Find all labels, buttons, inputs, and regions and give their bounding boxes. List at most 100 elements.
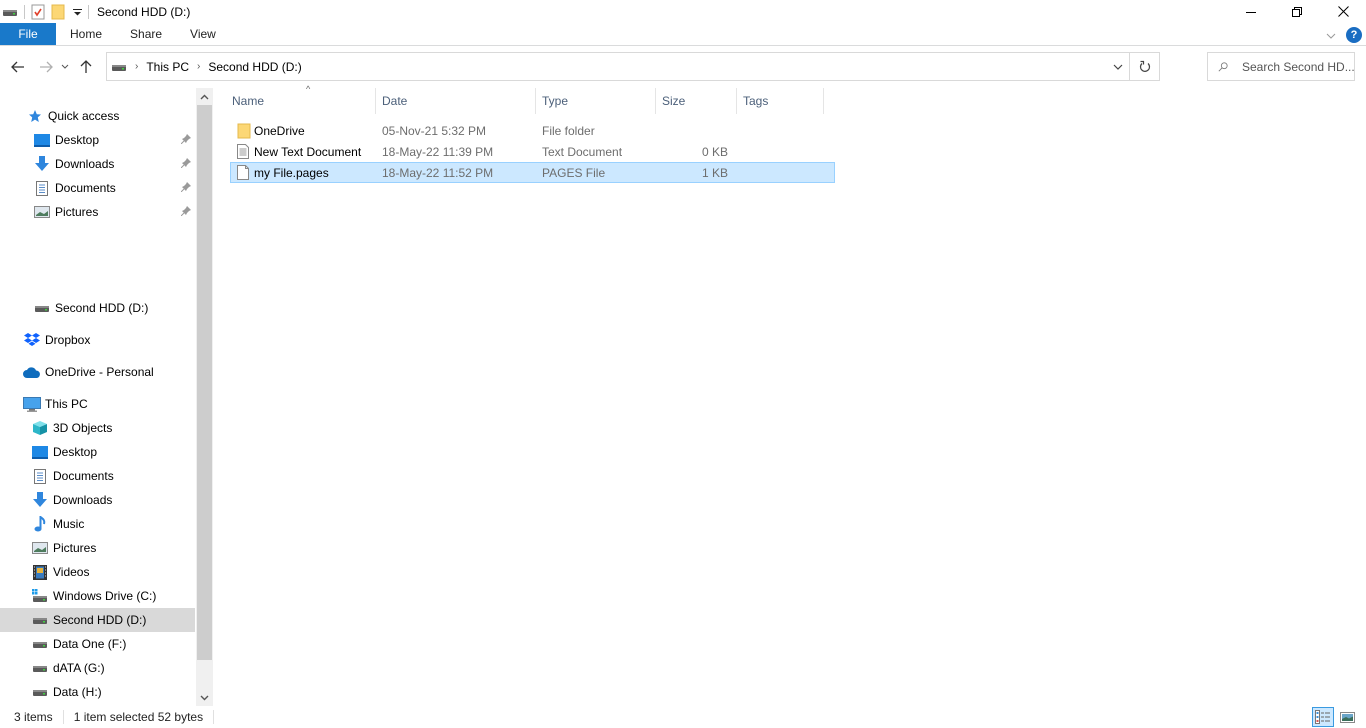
column-header-label: Tags <box>743 94 769 108</box>
sidebar-item-music[interactable]: Music <box>0 512 195 536</box>
file-type: Text Document <box>542 144 623 159</box>
breadcrumb-second-hdd[interactable]: Second HDD (D:) <box>208 60 301 74</box>
sidebar-item-data-g[interactable]: dATA (G:) <box>0 656 195 680</box>
windows-drive-icon <box>31 588 49 604</box>
restore-button[interactable] <box>1274 0 1320 23</box>
tab-home[interactable]: Home <box>56 23 116 45</box>
sidebar-item-label: Downloads <box>53 493 113 507</box>
close-button[interactable] <box>1320 0 1366 23</box>
selection-info: 1 item selected 52 bytes <box>73 710 204 724</box>
file-type: PAGES File <box>542 165 606 180</box>
sidebar-item-second-hdd-quick[interactable]: Second HDD (D:) <box>0 296 195 320</box>
scroll-down-button[interactable] <box>196 689 213 706</box>
dropbox-icon <box>23 332 41 348</box>
column-header-tags[interactable]: Tags <box>737 88 824 114</box>
back-button[interactable] <box>6 55 30 79</box>
details-view-icon <box>1315 710 1330 724</box>
sidebar-item-downloads[interactable]: Downloads <box>0 488 195 512</box>
file-row-my-file-pages[interactable]: my File.pages 18-May-22 11:52 PM PAGES F… <box>230 162 835 183</box>
sidebar-item-documents[interactable]: Documents <box>0 464 195 488</box>
sidebar-item-data-one[interactable]: Data One (F:) <box>0 632 195 656</box>
new-folder-icon[interactable] <box>51 2 65 22</box>
minimize-button[interactable] <box>1228 0 1274 23</box>
sidebar-item-pictures[interactable]: Pictures <box>0 536 195 560</box>
sidebar-item-quick-desktop[interactable]: Desktop <box>0 128 195 152</box>
properties-icon[interactable] <box>31 2 45 22</box>
sidebar-item-desktop[interactable]: Desktop <box>0 440 195 464</box>
pin-icon[interactable] <box>180 133 191 147</box>
up-button[interactable] <box>74 55 98 79</box>
pin-icon[interactable] <box>180 157 191 171</box>
column-header-name[interactable]: Name ^ <box>226 84 376 114</box>
sidebar-item-label: Desktop <box>53 445 98 459</box>
sidebar-item-quick-downloads[interactable]: Downloads <box>0 152 195 176</box>
sidebar-item-quick-access[interactable]: Quick access <box>0 104 195 128</box>
sidebar-item-quick-pictures[interactable]: Pictures <box>0 200 195 224</box>
sidebar-item-label: Quick access <box>48 109 120 123</box>
quick-access-toolbar <box>0 0 95 23</box>
sidebar-item-label: Data (H:) <box>53 685 102 699</box>
search-box[interactable] <box>1207 52 1355 81</box>
large-icons-view-button[interactable] <box>1336 707 1358 727</box>
scroll-thumb[interactable] <box>197 105 212 660</box>
desktop-icon <box>31 444 49 460</box>
scroll-up-button[interactable] <box>196 88 213 105</box>
this-pc-icon <box>23 396 41 412</box>
pictures-icon <box>33 204 51 220</box>
blank-file-icon <box>237 163 249 182</box>
file-list: Name ^ Date Type Size Tags OneDrive 05-N… <box>215 84 1366 706</box>
status-separator <box>62 710 64 724</box>
search-input[interactable] <box>1242 59 1354 74</box>
help-button[interactable]: ? <box>1346 26 1362 43</box>
file-row-onedrive[interactable]: OneDrive 05-Nov-21 5:32 PM File folder <box>230 120 835 141</box>
address-bar[interactable]: › This PC › Second HDD (D:) <box>106 52 1160 81</box>
sidebar-item-label: Downloads <box>55 157 115 171</box>
file-row-new-text-document[interactable]: New Text Document 18-May-22 11:39 PM Tex… <box>230 141 835 162</box>
column-header-label: Date <box>382 94 408 108</box>
pin-icon[interactable] <box>180 205 191 219</box>
tab-share[interactable]: Share <box>116 23 176 45</box>
sidebar-item-label: Second HDD (D:) <box>55 301 149 315</box>
tab-file[interactable]: File <box>0 23 56 45</box>
navigation-bar: › This PC › Second HDD (D:) <box>0 47 1366 86</box>
refresh-button[interactable] <box>1129 53 1159 80</box>
sidebar-item-second-hdd[interactable]: Second HDD (D:) <box>0 608 195 632</box>
tab-view[interactable]: View <box>176 23 230 45</box>
breadcrumb-this-pc[interactable]: This PC <box>146 60 189 74</box>
sidebar-item-label: Documents <box>53 469 114 483</box>
expand-ribbon-button[interactable] <box>1326 28 1336 42</box>
file-size <box>662 121 728 140</box>
sidebar-item-label: dATA (G:) <box>53 661 105 675</box>
sidebar-item-this-pc[interactable]: This PC <box>0 392 195 416</box>
sidebar-item-dropbox[interactable]: Dropbox <box>0 328 195 352</box>
quick-access-star-icon <box>26 108 44 124</box>
file-size: 0 KB <box>701 144 728 159</box>
breadcrumb-separator[interactable]: › <box>135 61 138 72</box>
chevron-down-icon <box>61 64 69 69</box>
pin-icon[interactable] <box>180 181 191 195</box>
sidebar-item-onedrive[interactable]: OneDrive - Personal <box>0 360 195 384</box>
customize-qat-icon[interactable] <box>73 2 82 22</box>
address-history-button[interactable] <box>1107 53 1129 80</box>
column-header-size[interactable]: Size <box>656 88 737 114</box>
sidebar-item-3d-objects[interactable]: 3D Objects <box>0 416 195 440</box>
recent-locations-button[interactable] <box>58 55 72 79</box>
downloads-icon <box>33 156 51 172</box>
details-view-button[interactable] <box>1312 707 1334 727</box>
breadcrumb-separator[interactable]: › <box>197 61 200 72</box>
file-date: 18-May-22 11:39 PM <box>382 144 494 159</box>
forward-button[interactable] <box>34 55 58 79</box>
drive-icon <box>33 300 51 316</box>
chevron-up-icon <box>200 94 209 99</box>
column-header-type[interactable]: Type <box>536 88 656 114</box>
sidebar-item-quick-documents[interactable]: Documents <box>0 176 195 200</box>
sidebar-item-windows-drive[interactable]: Windows Drive (C:) <box>0 584 195 608</box>
drive-icon <box>2 2 18 22</box>
drive-icon <box>31 636 49 652</box>
sidebar-item-videos[interactable]: Videos <box>0 560 195 584</box>
sidebar-item-data-h[interactable]: Data (H:) <box>0 680 195 704</box>
documents-icon <box>31 468 49 484</box>
navigation-pane-scrollbar[interactable] <box>196 88 213 706</box>
file-size: 1 KB <box>701 165 728 180</box>
column-header-date[interactable]: Date <box>376 88 536 114</box>
